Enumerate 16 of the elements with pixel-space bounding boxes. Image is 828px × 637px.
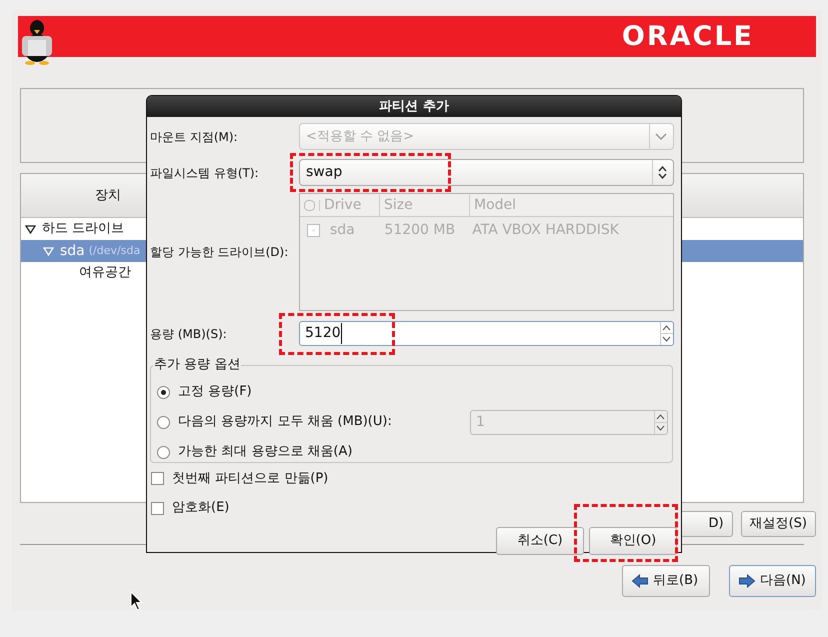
table-cell-text: ATA VBOX HARDDISK [471,220,620,240]
field-label: 마운트 지점(M): [149,128,239,146]
field-label: 할당 가능한 드라이브(D): [149,244,290,261]
column-header: Model [473,196,518,214]
column-header: Drive [320,194,380,216]
device-path: (/dev/sda [88,242,140,259]
tree-label: sda [60,242,85,260]
tree-label: 여유공간 [79,264,131,282]
field-label: 용량 (MB)(S): [149,326,228,342]
tree-label: 하드 드라이브 [42,220,124,238]
table-cell-text: 51200 MB [383,220,456,240]
table-cell-text: sda [329,220,356,240]
group-title: 추가 용량 옵션 [153,357,242,373]
oracle-logo: ORACLE [622,20,754,54]
column-header: Size [380,194,470,216]
dialog-title: 파티션 추가 [147,96,681,117]
